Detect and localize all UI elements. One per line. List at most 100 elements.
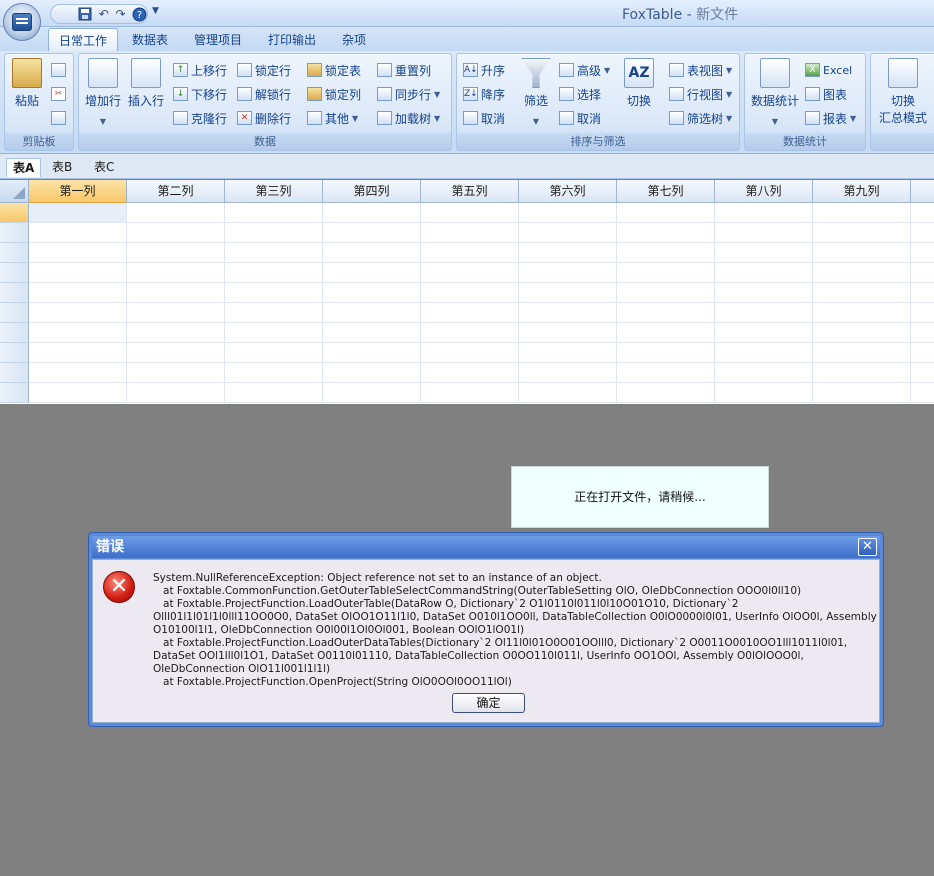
filter-button[interactable]: 筛选 ▼ (517, 58, 555, 126)
grid-cell[interactable] (813, 383, 911, 403)
grid-cell[interactable] (617, 223, 715, 243)
grid-cell[interactable] (519, 283, 617, 303)
grid-cell[interactable] (617, 363, 715, 383)
save-icon[interactable] (78, 7, 92, 22)
grid-cell[interactable] (813, 323, 911, 343)
grid-cell[interactable] (323, 363, 421, 383)
grid-cell[interactable] (715, 243, 813, 263)
add-row-button[interactable]: 增加行 ▼ (83, 58, 123, 126)
grid-cell[interactable] (29, 303, 127, 323)
grid-cell[interactable] (323, 283, 421, 303)
grid-cell[interactable] (323, 223, 421, 243)
grid-cell[interactable] (127, 323, 225, 343)
filter-tree-button[interactable]: 筛选树 ▼ (669, 108, 732, 128)
other-button[interactable]: 其他 ▼ (307, 108, 358, 128)
grid-cell[interactable] (715, 203, 813, 223)
grid-cell[interactable] (813, 243, 911, 263)
row-header[interactable] (0, 263, 29, 283)
grid-cell[interactable] (421, 323, 519, 343)
lock-column-button[interactable]: 锁定列 (307, 84, 361, 104)
sort-asc-button[interactable]: A↓ 升序 (463, 60, 505, 80)
row-view-button[interactable]: 行视图 ▼ (669, 84, 732, 104)
column-header-6[interactable]: 第六列 (519, 180, 617, 203)
help-icon[interactable]: ? (132, 7, 147, 22)
grid-cell[interactable] (323, 343, 421, 363)
grid-cell[interactable] (519, 303, 617, 323)
grid-cell[interactable] (911, 283, 934, 303)
close-icon[interactable]: ✕ (858, 538, 877, 556)
column-header-7[interactable]: 第七列 (617, 180, 715, 203)
grid-cell[interactable] (127, 303, 225, 323)
grid-cell[interactable] (421, 383, 519, 403)
sheet-tab-c[interactable]: 表C (88, 158, 120, 177)
grid-cell[interactable] (519, 343, 617, 363)
column-header-8[interactable]: 第八列 (715, 180, 813, 203)
grid-cell[interactable] (813, 263, 911, 283)
grid-cell[interactable] (813, 283, 911, 303)
column-header-1[interactable]: 第一列 (29, 180, 127, 203)
grid-cell[interactable] (225, 343, 323, 363)
grid-cell[interactable] (421, 243, 519, 263)
grid-cell[interactable] (813, 343, 911, 363)
grid-cell[interactable] (715, 343, 813, 363)
row-header[interactable] (0, 383, 29, 403)
column-header-2[interactable]: 第二列 (127, 180, 225, 203)
summary-mode-button[interactable]: 切换 汇总模式 (875, 58, 931, 126)
sync-row-button[interactable]: 同步行 ▼ (377, 84, 440, 104)
sheet-tab-a[interactable]: 表A (6, 158, 42, 177)
grid-cell[interactable] (323, 263, 421, 283)
grid-cell[interactable] (225, 383, 323, 403)
table-view-button[interactable]: 表视图 ▼ (669, 60, 732, 80)
grid-cell[interactable] (715, 223, 813, 243)
grid-cell[interactable] (617, 283, 715, 303)
grid-cell[interactable] (911, 363, 934, 383)
grid-cell[interactable] (813, 203, 911, 223)
column-header-10[interactable] (911, 180, 934, 203)
format-painter-button[interactable] (51, 108, 66, 128)
grid-cell[interactable] (715, 383, 813, 403)
data-stats-button[interactable]: 数据统计 ▼ (749, 58, 801, 126)
app-menu-button[interactable] (3, 3, 41, 41)
unlock-row-button[interactable]: 解锁行 (237, 84, 291, 104)
load-tree-button[interactable]: 加载树 ▼ (377, 108, 440, 128)
column-header-4[interactable]: 第四列 (323, 180, 421, 203)
reset-column-button[interactable]: 重置列 (377, 60, 431, 80)
copy-button[interactable] (51, 60, 66, 80)
sheet-tab-b[interactable]: 表B (46, 158, 78, 177)
grid-cell[interactable] (29, 383, 127, 403)
grid-cell[interactable] (225, 203, 323, 223)
move-down-button[interactable]: ↓ 下移行 (173, 84, 227, 104)
lock-row-button[interactable]: 锁定行 (237, 60, 291, 80)
grid-cell[interactable] (519, 243, 617, 263)
row-header[interactable] (0, 323, 29, 343)
row-header[interactable] (0, 343, 29, 363)
grid-cell[interactable] (617, 263, 715, 283)
grid-cell[interactable] (127, 283, 225, 303)
grid-cell[interactable] (29, 243, 127, 263)
grid-cell[interactable] (127, 203, 225, 223)
tab-data-table[interactable]: 数据表 (122, 28, 178, 51)
grid-cell[interactable] (225, 243, 323, 263)
grid-cell[interactable] (715, 263, 813, 283)
row-header[interactable] (0, 303, 29, 323)
chart-button[interactable]: 图表 (805, 84, 847, 104)
grid-cell[interactable] (323, 383, 421, 403)
report-button[interactable]: 报表 ▼ (805, 108, 856, 128)
grid-cell[interactable] (421, 363, 519, 383)
grid-cell[interactable] (519, 223, 617, 243)
switch-sort-button[interactable]: AZ 切换 (619, 58, 659, 109)
lock-table-button[interactable]: 锁定表 (307, 60, 361, 80)
grid-cell[interactable] (323, 203, 421, 223)
row-header[interactable] (0, 363, 29, 383)
sort-cancel-button[interactable]: 取消 (463, 108, 505, 128)
grid-cell[interactable] (519, 203, 617, 223)
grid-cell[interactable] (911, 323, 934, 343)
grid-cell[interactable] (225, 363, 323, 383)
filter-dropdown-icon[interactable]: ▼ (517, 117, 555, 126)
data-grid[interactable]: 第一列 第二列 第三列 第四列 第五列 第六列 第七列 第八列 第九列 (0, 180, 934, 404)
excel-button[interactable]: X Excel (805, 60, 852, 80)
grid-cell[interactable] (421, 303, 519, 323)
grid-cell[interactable] (519, 323, 617, 343)
grid-cell[interactable] (813, 363, 911, 383)
grid-cell[interactable] (617, 243, 715, 263)
